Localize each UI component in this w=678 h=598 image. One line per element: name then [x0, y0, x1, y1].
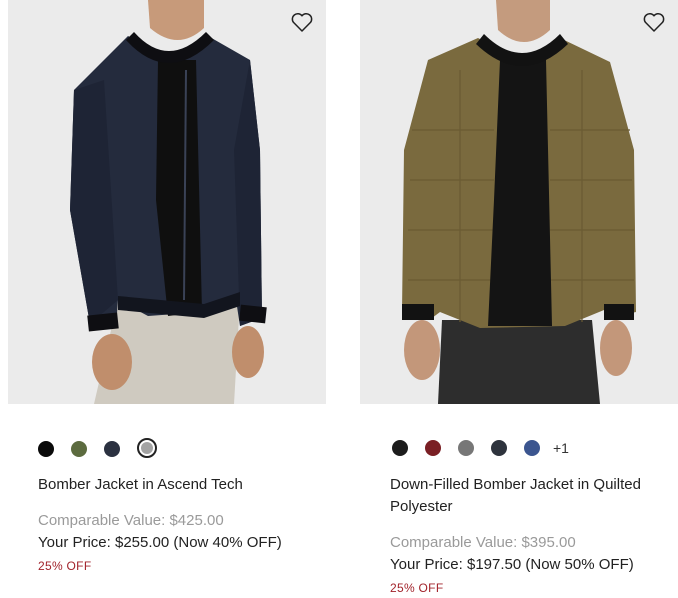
product-image[interactable] — [8, 0, 326, 404]
product-card[interactable]: Bomber Jacket in Ascend Tech Comparable … — [8, 0, 326, 573]
color-swatch[interactable] — [71, 441, 87, 457]
color-swatch[interactable] — [137, 438, 157, 458]
color-swatch[interactable] — [425, 440, 441, 456]
color-swatch[interactable] — [491, 440, 507, 456]
heart-icon[interactable] — [642, 10, 666, 34]
comparable-value: Comparable Value: $395.00 — [390, 534, 576, 551]
product-card[interactable]: +1 Down-Filled Bomber Jacket in Quilted … — [360, 0, 678, 595]
product-name[interactable]: Bomber Jacket in Ascend Tech — [38, 474, 298, 496]
color-swatch[interactable] — [524, 440, 540, 456]
quilted-bomber-olive-image — [360, 0, 678, 404]
color-swatch[interactable] — [458, 440, 474, 456]
discount-badge: 25% OFF — [38, 559, 92, 573]
color-swatch[interactable] — [38, 441, 54, 457]
more-colors-link[interactable]: +1 — [553, 440, 569, 456]
your-price: Your Price: $197.50 (Now 50% OFF) — [390, 556, 634, 573]
color-swatch[interactable] — [104, 441, 120, 457]
color-swatch[interactable] — [392, 440, 408, 456]
your-price: Your Price: $255.00 (Now 40% OFF) — [38, 534, 282, 551]
color-swatches — [38, 438, 174, 458]
color-swatches: +1 — [392, 440, 569, 456]
product-image[interactable] — [360, 0, 678, 404]
bomber-jacket-navy-image — [8, 0, 326, 404]
discount-badge: 25% OFF — [390, 581, 444, 595]
product-name[interactable]: Down-Filled Bomber Jacket in Quilted Pol… — [390, 474, 650, 518]
comparable-value: Comparable Value: $425.00 — [38, 512, 224, 529]
heart-icon[interactable] — [290, 10, 314, 34]
